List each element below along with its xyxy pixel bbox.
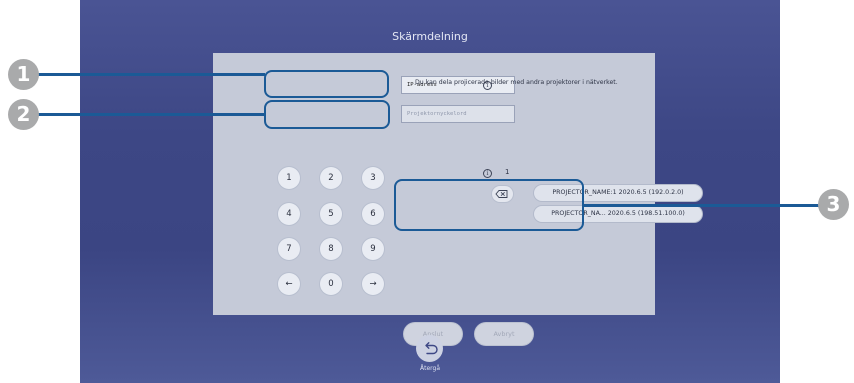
info-message: Du kan dela projicerade bilder med andra… [415,79,618,86]
callout-3: 3 [818,189,849,220]
highlight-projector-list [394,179,584,231]
cursor-left-button[interactable]: ← [278,273,300,295]
highlight-keyword-field [264,100,390,129]
highlight-ip-field [264,70,389,98]
key-0[interactable]: 0 [320,273,342,295]
callout-1-leader [38,73,265,76]
return-arrow-icon [425,342,438,355]
callout-2-leader [38,113,265,116]
callout-2: 2 [8,99,39,130]
key-4[interactable]: 4 [278,203,300,225]
key-7[interactable]: 7 [278,238,300,260]
back-label: Återgå [420,365,440,372]
cursor-right-button[interactable]: → [362,273,384,295]
key-2[interactable]: 2 [320,167,342,189]
key-6[interactable]: 6 [362,203,384,225]
key-8[interactable]: 8 [320,238,342,260]
key-5[interactable]: 5 [320,203,342,225]
projector-keyword-field[interactable]: Projektornyckelord [401,105,515,123]
key-3[interactable]: 3 [362,167,384,189]
callout-1: 1 [8,59,39,90]
info-icon-count: i [483,169,492,178]
cancel-button[interactable]: Avbryt [475,323,533,345]
back-button[interactable] [416,335,443,362]
screen-title: Skärmdelning [392,30,468,43]
key-1[interactable]: 1 [278,167,300,189]
key-9[interactable]: 9 [362,238,384,260]
projector-count: 1 [505,168,510,176]
callout-3-leader [584,204,822,207]
